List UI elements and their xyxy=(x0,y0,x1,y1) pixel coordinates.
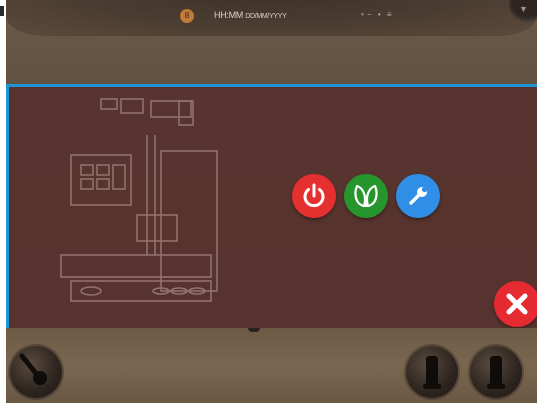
status-bar: 8 HH:MM DD/MM/YYYY ∘− • ≡ xyxy=(6,0,537,36)
portafilter-knob-right[interactable] xyxy=(470,346,522,398)
time-text: HH:MM xyxy=(214,10,243,20)
status-badge[interactable]: 8 xyxy=(180,9,194,23)
portafilter-icon xyxy=(423,356,441,389)
steam-wand-knob[interactable] xyxy=(10,346,62,398)
chevron-down-icon: ▼ xyxy=(519,4,528,14)
status-badge-text: 8 xyxy=(184,11,190,20)
machine-illustration xyxy=(60,98,218,302)
bottom-notch xyxy=(248,328,260,332)
eco-mode-button[interactable] xyxy=(344,174,388,218)
menu-overlay xyxy=(6,84,537,328)
power-icon xyxy=(303,183,325,208)
steam-wand-icon xyxy=(19,353,47,385)
close-icon xyxy=(506,293,528,315)
corner-mark xyxy=(0,6,4,16)
maintenance-button[interactable] xyxy=(396,174,440,218)
status-icons: ∘− • ≡ xyxy=(360,10,394,19)
portafilter-icon xyxy=(487,356,505,389)
portafilter-knob-left[interactable] xyxy=(406,346,458,398)
wrench-icon xyxy=(409,186,428,205)
date-text: DD/MM/YYYY xyxy=(245,13,287,20)
power-button[interactable] xyxy=(292,174,336,218)
clock-display: HH:MM DD/MM/YYYY xyxy=(214,10,287,20)
close-button[interactable] xyxy=(494,281,537,327)
device-screen: 8 HH:MM DD/MM/YYYY ∘− • ≡ ▼ xyxy=(6,0,537,403)
leaf-icon xyxy=(354,184,378,208)
